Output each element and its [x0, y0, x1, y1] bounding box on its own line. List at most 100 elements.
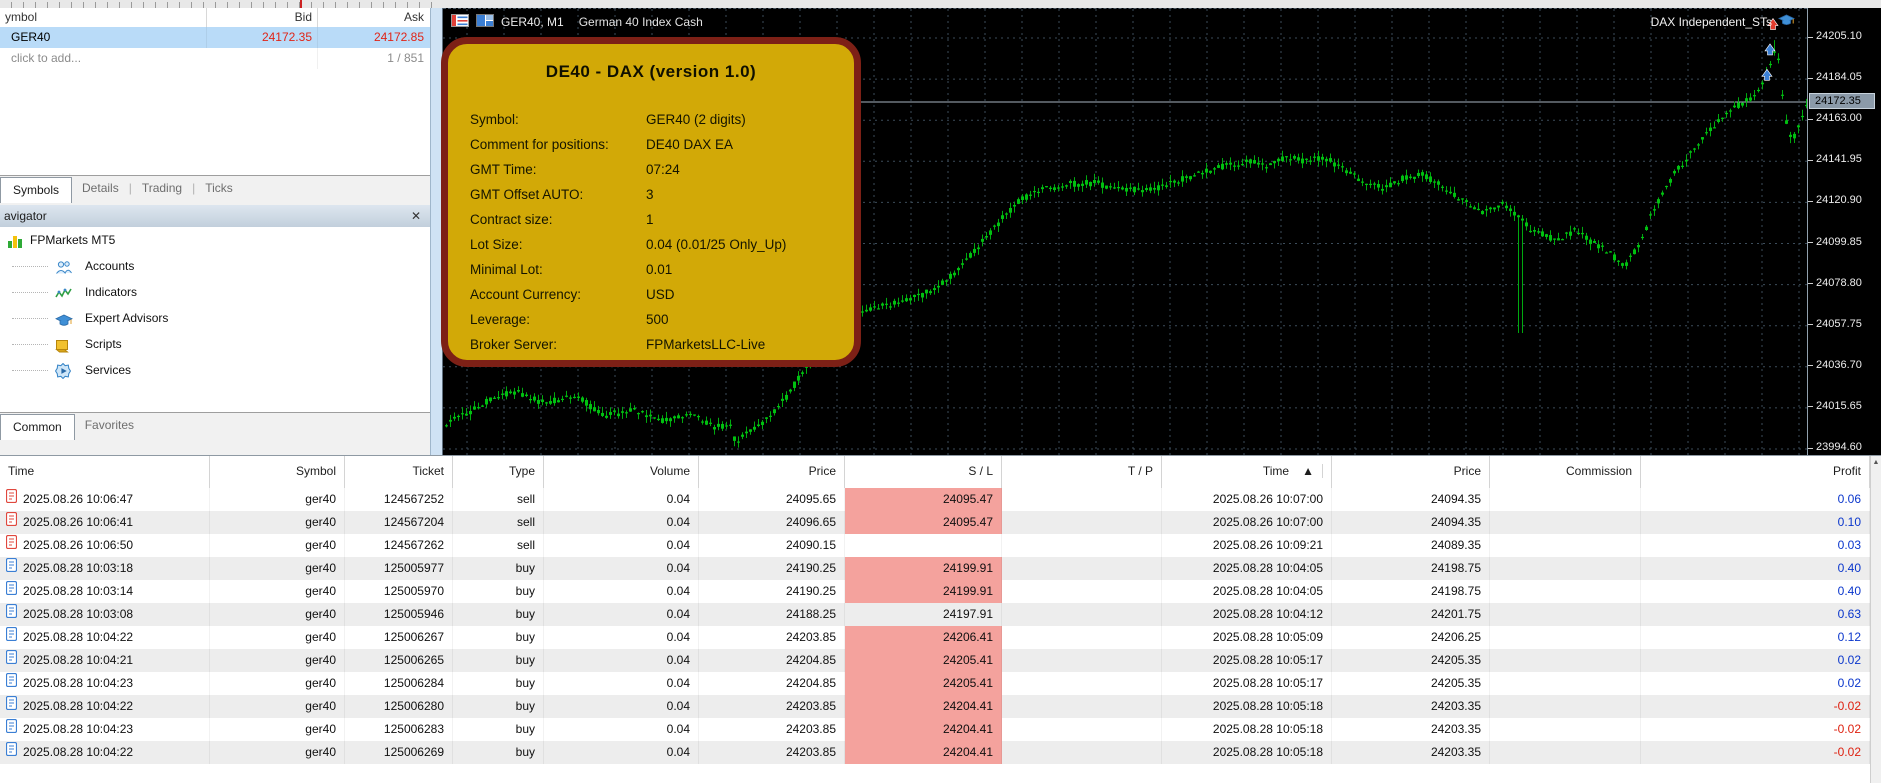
- nav-item-accounts[interactable]: Accounts: [0, 253, 430, 279]
- history-col-tp-7[interactable]: T / P: [1002, 456, 1162, 488]
- history-row[interactable]: 2025.08.28 10:03:08 ger40 125005946 buy 0.04…: [0, 603, 1870, 626]
- history-row[interactable]: 2025.08.28 10:03:18 ger40 125005977 buy 0.04…: [0, 557, 1870, 580]
- column-header-ask[interactable]: Ask: [317, 8, 424, 27]
- ea-info-value: GER40 (2 digits): [646, 112, 746, 127]
- tab-common[interactable]: Common: [0, 414, 75, 440]
- cell-profit: 0.12: [1641, 626, 1870, 649]
- cell-commission: [1490, 580, 1641, 603]
- nav-item-scripts[interactable]: Scripts: [0, 331, 430, 357]
- history-col-sl-6[interactable]: S / L: [845, 456, 1002, 488]
- ea-info-title: DE40 - DAX (version 1.0): [545, 62, 757, 81]
- tab-favorites[interactable]: Favorites: [75, 413, 144, 432]
- cell-type: sell: [453, 488, 544, 511]
- history-col-time-8[interactable]: Time ▲: [1162, 456, 1332, 488]
- nav-item-expert-advisors[interactable]: Expert Advisors: [0, 305, 430, 331]
- buy-marker: [1764, 43, 1776, 56]
- chart-panel[interactable]: GER40, M1 German 40 Index Cash DAX Indep…: [441, 8, 1807, 456]
- cell-ticket: 124567204: [345, 511, 453, 534]
- nav-item-fpmarkets-mt5[interactable]: FPMarkets MT5: [0, 227, 430, 253]
- table-scrollbar[interactable]: ▲: [1870, 456, 1881, 783]
- history-col-commission-10[interactable]: Commission: [1490, 456, 1641, 488]
- cell-type: buy: [453, 649, 544, 672]
- open-time-text: 2025.08.28 10:04:23: [23, 722, 134, 736]
- ea-name-text: DAX Independent_STs: [1650, 14, 1772, 29]
- tab-details[interactable]: Details: [72, 176, 129, 195]
- column-header-symbol[interactable]: ymbol: [5, 8, 201, 27]
- buy-order-icon: [5, 741, 18, 764]
- history-row[interactable]: 2025.08.28 10:04:23 ger40 125006284 buy 0.04…: [0, 672, 1870, 695]
- history-row[interactable]: 2025.08.26 10:06:47 ger40 124567252 sell 0.0…: [0, 488, 1870, 511]
- column-header-bid[interactable]: Bid: [206, 8, 312, 27]
- cell-symbol: ger40: [210, 557, 345, 580]
- cell-open-price: 24203.85: [699, 695, 845, 718]
- cell-commission: [1490, 511, 1641, 534]
- ea-info-value: FPMarketsLLC-Live: [646, 337, 766, 352]
- ea-info-row: Contract size: 1: [448, 208, 854, 233]
- cell-symbol: ger40: [210, 672, 345, 695]
- tab-trading[interactable]: Trading: [132, 176, 192, 195]
- history-col-type-3[interactable]: Type: [453, 456, 544, 488]
- cell-open-time: 2025.08.28 10:04:22: [0, 626, 210, 649]
- cell-symbol: ger40: [210, 626, 345, 649]
- services-icon: [54, 362, 72, 388]
- history-row[interactable]: 2025.08.28 10:04:21 ger40 125006265 buy 0.04…: [0, 649, 1870, 672]
- cell-type: buy: [453, 626, 544, 649]
- bid-value: 24172.35: [206, 27, 312, 48]
- cell-sl: 24095.47: [845, 488, 1002, 511]
- history-row[interactable]: 2025.08.26 10:06:41 ger40 124567204 sell 0.0…: [0, 511, 1870, 534]
- cell-open-time: 2025.08.28 10:04:23: [0, 718, 210, 741]
- cell-open-time: 2025.08.26 10:06:47: [0, 488, 210, 511]
- history-row[interactable]: 2025.08.28 10:04:22 ger40 125006280 buy 0.04…: [0, 695, 1870, 718]
- cell-commission: [1490, 488, 1641, 511]
- nav-item-services[interactable]: Services: [0, 357, 430, 383]
- cell-type: buy: [453, 672, 544, 695]
- axis-price-label: 24163.00: [1816, 112, 1862, 125]
- nav-item-indicators[interactable]: Indicators: [0, 279, 430, 305]
- history-col-volume-4[interactable]: Volume: [544, 456, 699, 488]
- history-row[interactable]: 2025.08.28 10:04:22 ger40 125006269 buy 0.04…: [0, 741, 1870, 764]
- cell-close-time: 2025.08.28 10:05:18: [1162, 695, 1332, 718]
- navigator-tree: FPMarkets MT5 Accounts Indicators Expert Ad…: [0, 227, 430, 417]
- cell-tp: [1002, 672, 1162, 695]
- tab-symbols[interactable]: Symbols: [0, 177, 73, 203]
- click-to-add-label[interactable]: click to add...: [5, 48, 201, 69]
- cell-close-time: 2025.08.28 10:04:05: [1162, 557, 1332, 580]
- scroll-up-icon[interactable]: ▲: [1871, 459, 1881, 466]
- cell-open-price: 24203.85: [699, 718, 845, 741]
- history-col-price-5[interactable]: Price: [699, 456, 845, 488]
- cell-symbol: ger40: [210, 649, 345, 672]
- cell-type: buy: [453, 718, 544, 741]
- tree-branch: [12, 370, 48, 371]
- close-icon[interactable]: ✕: [411, 205, 421, 227]
- cell-open-time: 2025.08.26 10:06:41: [0, 511, 210, 534]
- market-watch-add-row[interactable]: click to add... 1 / 851: [0, 48, 430, 69]
- cell-tp: [1002, 649, 1162, 672]
- history-col-ticket-2[interactable]: Ticket: [345, 456, 453, 488]
- cell-profit: 0.10: [1641, 511, 1870, 534]
- history-row[interactable]: 2025.08.26 10:06:50 ger40 124567262 sell 0.0…: [0, 534, 1870, 557]
- history-col-price-9[interactable]: Price: [1332, 456, 1490, 488]
- cell-type: buy: [453, 695, 544, 718]
- cell-open-time: 2025.08.28 10:04:21: [0, 649, 210, 672]
- history-col-time-0[interactable]: Time: [0, 456, 210, 488]
- cell-open-price: 24188.25: [699, 603, 845, 626]
- open-time-text: 2025.08.28 10:03:08: [23, 607, 134, 621]
- cell-open-price: 24204.85: [699, 672, 845, 695]
- history-row[interactable]: 2025.08.28 10:04:22 ger40 125006267 buy 0.04…: [0, 626, 1870, 649]
- tab-ticks[interactable]: Ticks: [195, 176, 243, 195]
- history-col-profit-11[interactable]: Profit: [1641, 456, 1870, 488]
- ea-info-label: Contract size:: [470, 212, 553, 227]
- tree-branch: [12, 318, 48, 319]
- market-watch-header: ymbol Bid Ask: [0, 8, 430, 28]
- market-watch-row-ger40[interactable]: GER40 24172.35 24172.85: [0, 27, 430, 48]
- market-watch-icon: [451, 14, 469, 30]
- cell-volume: 0.04: [544, 672, 699, 695]
- cell-close-time: 2025.08.26 10:07:00: [1162, 488, 1332, 511]
- cell-sl: 24204.41: [845, 695, 1002, 718]
- history-row[interactable]: 2025.08.28 10:03:14 ger40 125005970 buy 0.04…: [0, 580, 1870, 603]
- history-row[interactable]: 2025.08.28 10:04:23 ger40 125006283 buy 0.04…: [0, 718, 1870, 741]
- history-col-symbol-1[interactable]: Symbol: [210, 456, 345, 488]
- buy-order-icon: [5, 580, 18, 603]
- cell-open-price: 24190.25: [699, 580, 845, 603]
- cell-symbol: ger40: [210, 511, 345, 534]
